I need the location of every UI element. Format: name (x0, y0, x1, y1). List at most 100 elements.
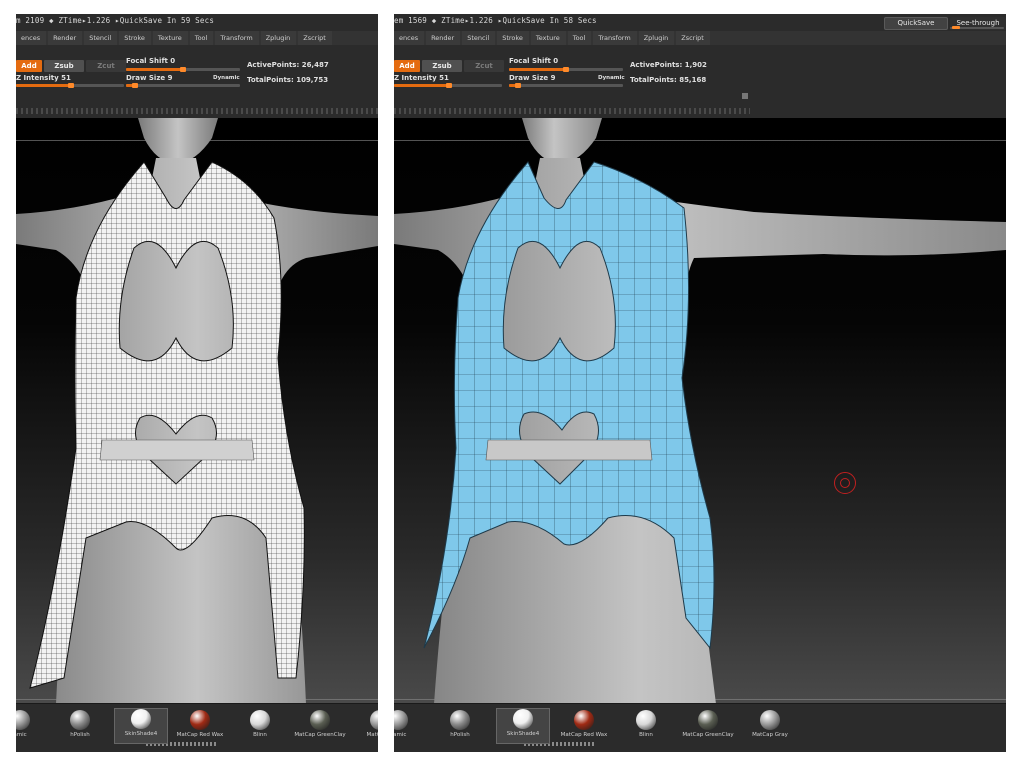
see-through-knob[interactable] (952, 26, 961, 29)
menu-item[interactable]: ences (394, 31, 425, 45)
material-sphere-icon (310, 710, 330, 730)
menu-item[interactable]: Transform (593, 31, 637, 45)
zadd-button[interactable]: Add (16, 60, 42, 72)
material-swatch[interactable]: MatCap GreenClay (294, 710, 346, 738)
focal-shift-knob[interactable] (563, 67, 569, 72)
z-intensity-knob[interactable] (446, 83, 453, 88)
menu-item[interactable]: Zscript (298, 31, 332, 45)
see-through-track[interactable] (950, 26, 1004, 29)
material-palette: amic hPolish SkinShade4 MatCap Red Wax Blinn… (16, 703, 378, 752)
sculpt-model[interactable] (394, 118, 1006, 704)
menu-item[interactable]: Texture (530, 31, 566, 45)
menu-item[interactable]: Stencil (84, 31, 118, 45)
menu-item[interactable]: Zscript (676, 31, 710, 45)
focal-shift-fill (509, 68, 566, 71)
active-points: ActivePoints: 26,487 (247, 61, 329, 69)
zcut-button[interactable]: Zcut (464, 60, 504, 72)
material-label: SkinShade4 (124, 731, 158, 737)
menu-item[interactable]: Transform (215, 31, 259, 45)
menu-item[interactable]: Stroke (119, 31, 151, 45)
material-sphere-icon (698, 710, 718, 730)
material-swatch[interactable]: hPolish (434, 710, 486, 738)
focal-shift-knob[interactable] (180, 67, 186, 72)
z-intensity-slider[interactable] (16, 83, 124, 88)
menu-item[interactable]: Texture (152, 31, 188, 45)
focal-shift-slider[interactable] (126, 67, 240, 72)
material-label: MatCap Red Wax (560, 732, 608, 738)
z-intensity-label: Z Intensity 51 (16, 74, 71, 82)
menu-item[interactable]: Render (48, 31, 83, 45)
material-label: namic (394, 732, 407, 738)
menu-item[interactable]: ences (16, 31, 47, 45)
menu-bar: ences Render Stencil Stroke Texture Tool Trans… (394, 31, 1006, 45)
canvas-viewport[interactable] (16, 118, 378, 704)
dynamic-toggle[interactable]: Dynamic (598, 75, 625, 81)
brush-controls: Add Zsub Zcut Z Intensity 51 Focal Shift… (16, 52, 378, 108)
draw-size-slider[interactable] (126, 83, 240, 88)
material-sphere-icon (70, 710, 90, 730)
material-label: Blinn (253, 732, 267, 738)
menu-item[interactable]: Tool (567, 31, 592, 45)
material-label: hPolish (70, 732, 90, 738)
material-swatch[interactable]: MatCap Red Wax (174, 710, 226, 738)
brush-controls: Add Zsub Zcut Z Intensity 51 Focal Shift… (394, 52, 1006, 108)
focal-shift-label: Focal Shift 0 (126, 57, 176, 65)
z-intensity-slider[interactable] (394, 83, 502, 88)
dynamic-toggle[interactable]: Dynamic (213, 75, 240, 81)
focal-shift-label: Focal Shift 0 (509, 57, 559, 65)
material-label: MatCap GreenClay (682, 732, 734, 738)
zsub-button[interactable]: Zsub (422, 60, 462, 72)
draw-size-label: Draw Size 9 (509, 74, 556, 82)
zsub-button[interactable]: Zsub (44, 60, 84, 72)
material-swatch[interactable]: MatCap Red Wax (558, 710, 610, 738)
top-shelf: m 2109 ◆ ZTime▸1.226 ▸QuickSave In 59 Se… (16, 14, 378, 119)
material-swatch[interactable]: namic (394, 710, 424, 738)
material-palette: namic hPolish SkinShade4 MatCap Red Wax Blin… (394, 703, 1006, 752)
draw-size-slider[interactable] (509, 83, 623, 88)
left-zbrush-window: m 2109 ◆ ZTime▸1.226 ▸QuickSave In 59 Se… (16, 14, 378, 752)
material-label: MatCap Red Wax (176, 732, 224, 738)
material-swatch[interactable]: Blinn (234, 710, 286, 738)
draw-size-knob[interactable] (515, 83, 522, 88)
see-through-label: See-through (956, 19, 1000, 27)
material-sphere-icon (16, 710, 30, 730)
tick-strip-end[interactable] (742, 93, 748, 99)
total-points: TotalPoints: 109,753 (247, 76, 329, 84)
menu-item[interactable]: Tool (189, 31, 214, 45)
active-points: ActivePoints: 1,902 (630, 61, 707, 69)
material-swatch[interactable]: Blinn (620, 710, 672, 738)
menu-item[interactable]: Zplugin (638, 31, 675, 45)
material-swatch[interactable]: SkinShade4 (496, 708, 550, 744)
brush-cursor-icon (834, 472, 856, 494)
quicksave-button[interactable]: QuickSave (884, 17, 948, 30)
z-intensity-fill (394, 84, 450, 87)
menu-item[interactable]: Stencil (462, 31, 496, 45)
menu-item[interactable]: Stroke (497, 31, 529, 45)
right-zbrush-window: em 1569 ◆ ZTime▸1.226 ▸QuickSave In 58 S… (394, 14, 1006, 752)
tick-strip (16, 108, 378, 114)
draw-size-knob[interactable] (132, 83, 139, 88)
menu-item[interactable]: Render (426, 31, 461, 45)
z-intensity-label: Z Intensity 51 (394, 74, 449, 82)
material-swatch[interactable]: SkinShade4 (114, 708, 168, 744)
material-swatch[interactable]: MatCap Gray (744, 710, 796, 738)
material-label: MatCap GreenClay (294, 732, 346, 738)
zcut-button[interactable]: Zcut (86, 60, 126, 72)
z-intensity-fill (16, 84, 72, 87)
status-line: em 1569 ◆ ZTime▸1.226 ▸QuickSave In 58 S… (394, 16, 597, 25)
material-swatch[interactable]: hPolish (54, 710, 106, 738)
canvas-viewport[interactable] (394, 118, 1006, 704)
sculpt-model[interactable] (16, 118, 378, 704)
focal-shift-fill (126, 68, 183, 71)
material-swatch[interactable]: amic (16, 710, 46, 738)
menu-item[interactable]: Zplugin (260, 31, 297, 45)
material-sphere-icon (760, 710, 780, 730)
focal-shift-slider[interactable] (509, 67, 623, 72)
zadd-button[interactable]: Add (394, 60, 420, 72)
belt (485, 439, 653, 461)
material-swatch[interactable]: MatCap G (354, 710, 378, 738)
material-swatch[interactable]: MatCap GreenClay (682, 710, 734, 738)
head-shape (522, 118, 602, 164)
z-intensity-knob[interactable] (68, 83, 75, 88)
total-points: TotalPoints: 85,168 (630, 76, 707, 84)
